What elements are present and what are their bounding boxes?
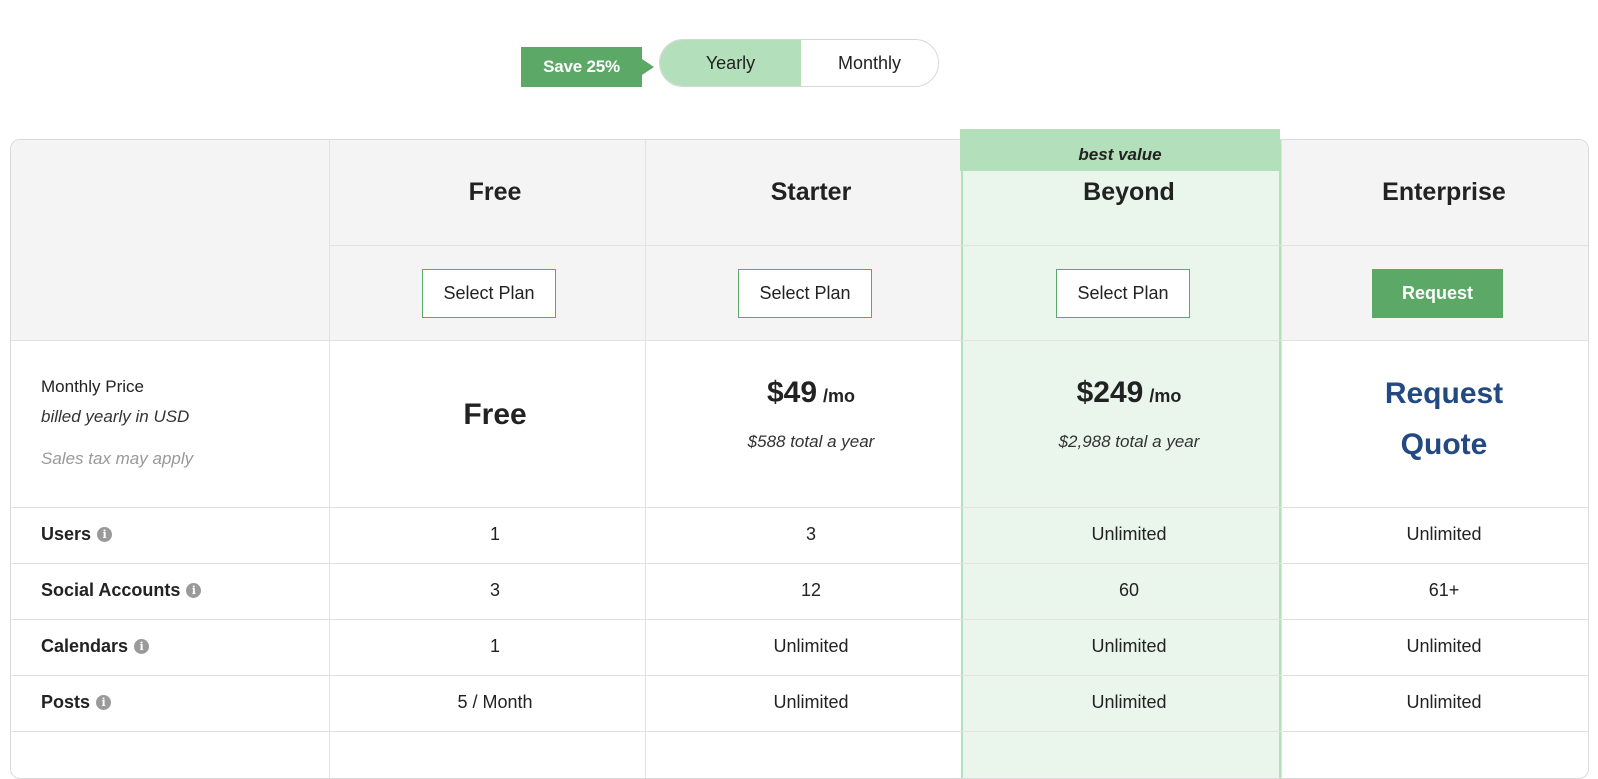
calendars-starter: Unlimited [773,636,849,656]
save-badge: Save 25% [521,47,654,87]
feature-label-text: Calendars [41,636,129,656]
info-icon[interactable]: i [97,527,113,542]
row-divider [11,340,1588,341]
select-plan-beyond-button[interactable]: Select Plan [1056,269,1190,318]
column-divider [645,140,646,778]
row-divider [11,507,1588,508]
feature-label-text: Posts [41,692,91,712]
select-plan-free-button[interactable]: Select Plan [422,269,556,318]
starter-price-period: /mo [823,386,856,406]
monthly-option[interactable]: Monthly [801,40,938,86]
social-accounts-enterprise: 61+ [1428,580,1460,600]
beyond-price-amount: $249 [1076,376,1144,409]
row-divider [11,675,1588,676]
users-starter: 3 [805,524,816,544]
best-value-badge: best value [960,129,1280,171]
column-divider [1281,140,1282,778]
calendars-beyond: Unlimited [1091,636,1167,656]
request-quote-line2: Quote [1400,428,1488,461]
pricing-table: Free Starter Beyond Enterprise Select Pl… [10,139,1589,779]
select-plan-starter-button[interactable]: Select Plan [738,269,872,318]
best-value-column [961,140,1281,778]
row-divider [11,619,1588,620]
feature-label-posts: Posts i [41,692,112,713]
billing-toggle[interactable]: Yearly Monthly [659,39,939,87]
request-quote-line1: Request [1384,377,1504,410]
request-enterprise-button[interactable]: Request [1372,269,1503,318]
posts-beyond: Unlimited [1091,692,1167,712]
users-free: 1 [489,524,500,544]
social-accounts-free: 3 [489,580,500,600]
feature-label-social-accounts: Social Accounts i [41,580,202,601]
yearly-option[interactable]: Yearly [660,40,801,86]
calendars-enterprise: Unlimited [1406,636,1482,656]
feature-label-users: Users i [41,524,113,545]
starter-price: $49/mo [656,376,966,410]
users-enterprise: Unlimited [1406,524,1482,544]
feature-label-text: Social Accounts [41,580,181,600]
free-price: Free [463,398,527,431]
calendars-free: 1 [489,636,500,656]
beyond-annual-total: $2,988 total a year [1058,432,1200,451]
social-accounts-starter: 12 [800,580,822,600]
row-divider [11,731,1588,732]
feature-label-calendars: Calendars i [41,636,150,657]
info-icon[interactable]: i [134,639,150,654]
request-quote-link[interactable]: Request Quote [1289,368,1588,470]
social-accounts-beyond: 60 [1118,580,1140,600]
beyond-price-period: /mo [1149,386,1182,406]
plan-name-free: Free [468,178,522,206]
column-divider [329,140,330,778]
posts-enterprise: Unlimited [1406,692,1482,712]
beyond-price: $249/mo [974,376,1284,410]
posts-free: 5 / Month [457,692,533,712]
feature-label-text: Users [41,524,92,544]
tax-note: Sales tax may apply [41,449,194,468]
monthly-price-label: Monthly Price billed yearly in USD Sales… [41,372,193,474]
price-label-title: Monthly Price [41,377,144,396]
posts-starter: Unlimited [773,692,849,712]
users-beyond: Unlimited [1091,524,1167,544]
plan-name-beyond: Beyond [1083,178,1175,206]
plan-name-enterprise: Enterprise [1382,178,1506,206]
info-icon[interactable]: i [186,583,202,598]
billing-note: billed yearly in USD [41,407,190,426]
row-divider [11,563,1588,564]
starter-annual-total: $588 total a year [747,432,875,451]
plan-name-starter: Starter [770,178,852,206]
starter-price-amount: $49 [766,376,818,409]
row-divider [329,245,1588,246]
info-icon[interactable]: i [96,695,112,710]
